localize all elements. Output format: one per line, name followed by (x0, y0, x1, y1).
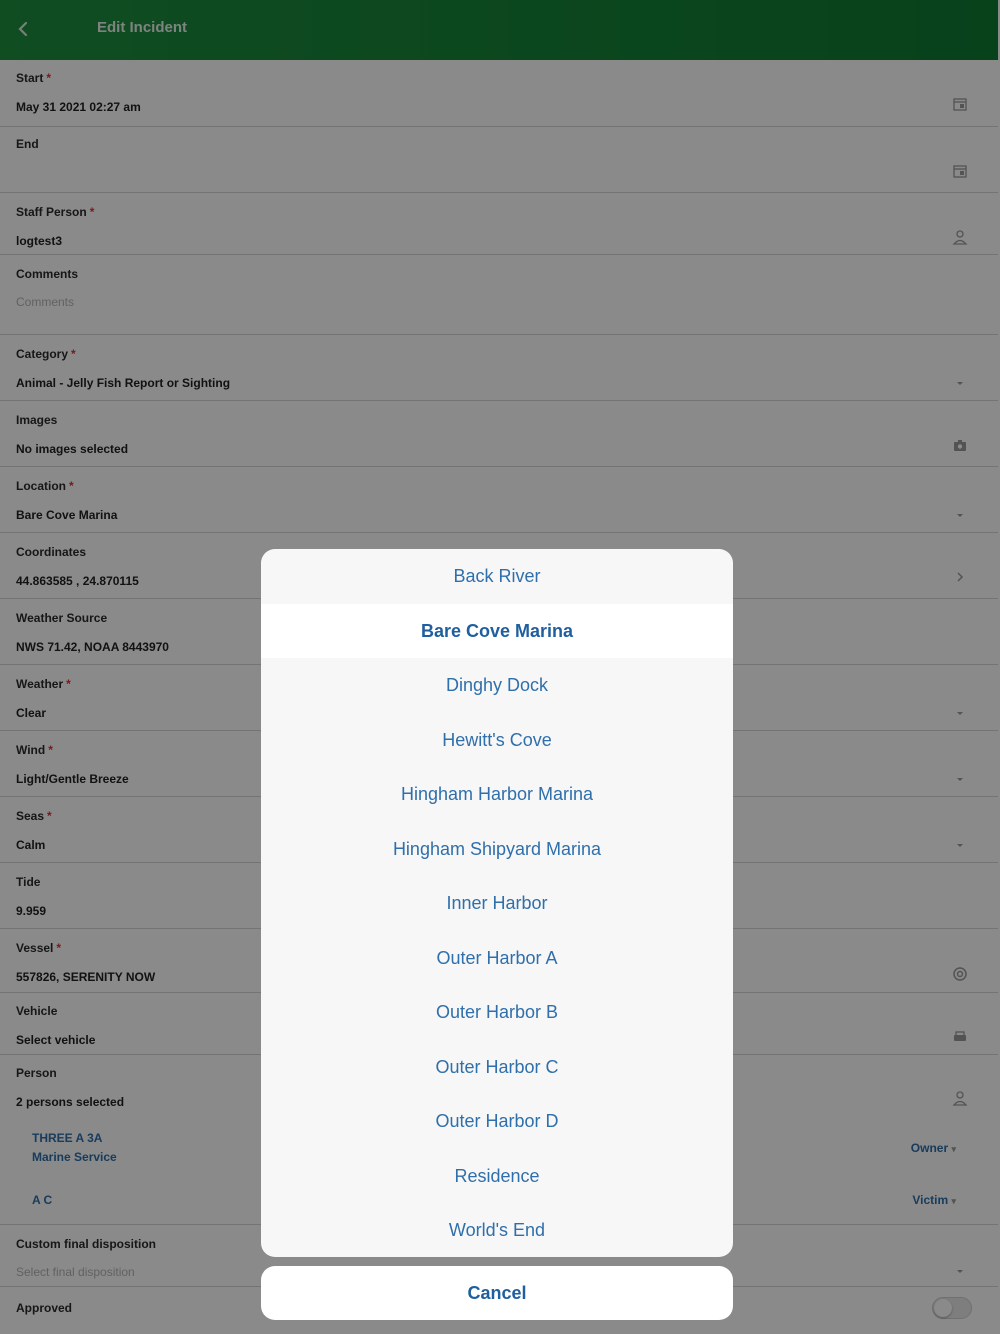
picker-option-selected[interactable]: Bare Cove Marina (261, 603, 733, 658)
picker-option[interactable]: Hingham Harbor Marina (261, 767, 733, 822)
location-picker: Back River Bare Cove Marina Dinghy Dock … (261, 549, 733, 1257)
picker-option[interactable]: Hewitt's Cove (261, 713, 733, 768)
picker-option[interactable]: Dinghy Dock (261, 658, 733, 713)
picker-option[interactable]: Inner Harbor (261, 876, 733, 931)
cancel-button[interactable]: Cancel (261, 1266, 733, 1320)
picker-option[interactable]: Back River (261, 549, 733, 604)
picker-option[interactable]: Outer Harbor B (261, 985, 733, 1040)
picker-option[interactable]: Outer Harbor A (261, 931, 733, 986)
picker-option[interactable]: Hingham Shipyard Marina (261, 822, 733, 877)
picker-option[interactable]: Residence (261, 1149, 733, 1204)
picker-option[interactable]: Outer Harbor C (261, 1040, 733, 1095)
picker-option[interactable]: Outer Harbor D (261, 1094, 733, 1149)
picker-option[interactable]: World's End (261, 1203, 733, 1257)
